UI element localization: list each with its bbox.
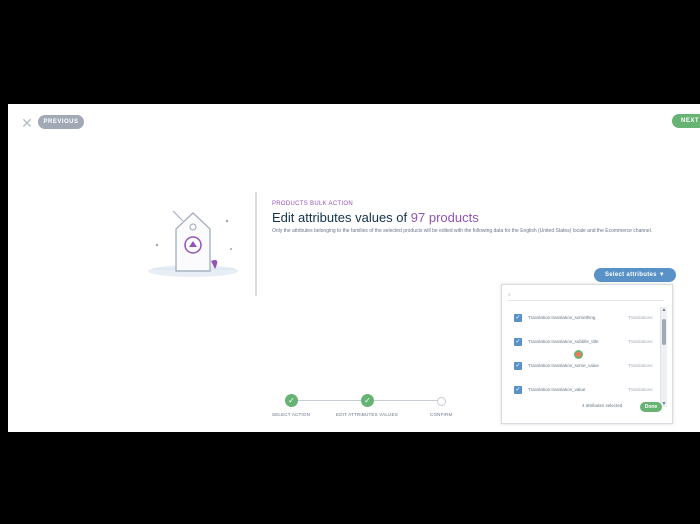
step-label: Edit attributes values (336, 412, 398, 417)
step-done-check-icon: ✓ (285, 394, 298, 407)
attribute-row[interactable]: ✓ Translation.translation_value Translat… (508, 381, 658, 399)
search-input[interactable]: ⌕ (508, 290, 664, 301)
tag-illustration (148, 210, 238, 277)
attribute-selector-panel: ⌕ ✓ Translation.translation_something Tr… (501, 284, 673, 424)
attribute-group: Translations (628, 315, 653, 320)
select-attributes-label: Select attributes (604, 272, 657, 278)
attribute-code: Translation.translation_some_value (528, 363, 599, 368)
step-label: Select action (272, 412, 311, 417)
title-prefix: Edit attributes values of (272, 210, 408, 225)
scroll-thumb[interactable] (662, 319, 666, 345)
mass-edit-screen: ✕ Previous Next Products bulk action Edi… (8, 104, 700, 432)
top-letterbox (0, 0, 700, 104)
select-attributes-button[interactable]: Select attributes ▼ (594, 268, 676, 282)
scroll-up-icon[interactable]: ▲ (661, 307, 667, 313)
attribute-group: Translations (628, 339, 653, 344)
title-product-count: 97 products (410, 210, 479, 225)
next-button[interactable]: Next (672, 114, 700, 128)
step-done-check-icon: ✓ (361, 394, 374, 407)
step-label: Confirm (430, 412, 453, 417)
selected-count: 4 attributes selected (582, 403, 623, 408)
step-pending-dot (437, 397, 446, 406)
check-icon[interactable]: ✓ (514, 362, 522, 370)
page-title: Edit attributes values of 97 products (272, 210, 479, 225)
done-button[interactable]: Done (640, 402, 662, 412)
chevron-down-icon: ▼ (658, 272, 665, 278)
close-icon[interactable]: ✕ (20, 116, 34, 130)
attribute-code: Translation.translation_something (528, 315, 596, 320)
attribute-row[interactable]: ✓ Translation.translation_subtitle_title… (508, 333, 658, 351)
page-description: Only the attributes belonging to the fam… (272, 228, 653, 234)
step-connector (367, 400, 437, 401)
mouse-cursor (574, 350, 583, 359)
attribute-code: Translation.translation_subtitle_title (528, 339, 599, 344)
attribute-group: Translations (628, 387, 653, 392)
check-icon[interactable]: ✓ (514, 338, 522, 346)
bottom-letterbox (0, 432, 700, 524)
search-icon: ⌕ (508, 292, 511, 298)
check-icon[interactable]: ✓ (514, 386, 522, 394)
attribute-group: Translations (628, 363, 653, 368)
progress-steps: ✓ Select action ✓ Edit attributes values… (264, 390, 464, 420)
attribute-row[interactable]: ✓ Translation.translation_some_value Tra… (508, 357, 658, 375)
scrollbar[interactable]: ▲ ▼ (660, 307, 667, 407)
check-icon[interactable]: ✓ (514, 314, 522, 322)
vertical-divider (255, 192, 257, 296)
attribute-code: Translation.translation_value (528, 387, 586, 392)
step-connector (291, 400, 361, 401)
attribute-row[interactable]: ✓ Translation.translation_something Tran… (508, 309, 658, 327)
breadcrumb: Products bulk action (272, 201, 354, 207)
previous-button[interactable]: Previous (38, 115, 84, 129)
